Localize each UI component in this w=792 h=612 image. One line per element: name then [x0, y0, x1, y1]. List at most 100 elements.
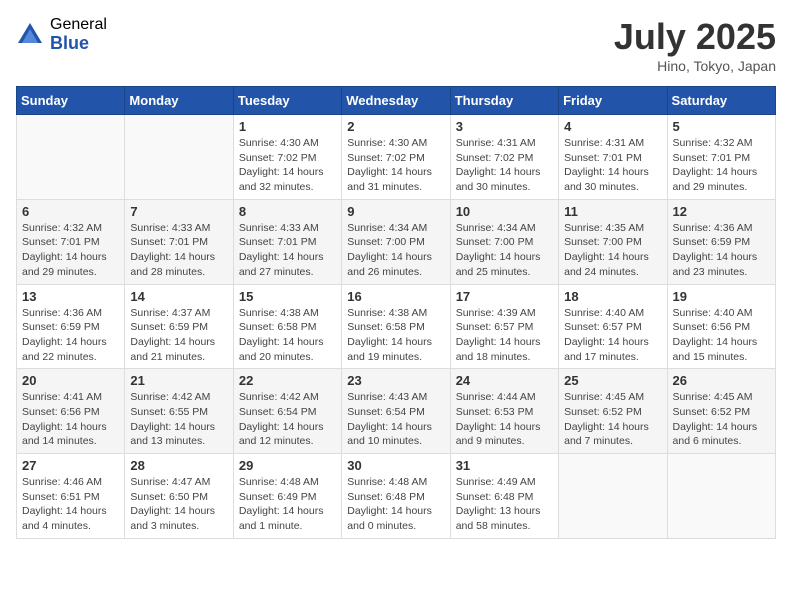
day-detail: Sunrise: 4:43 AMSunset: 6:54 PMDaylight:…	[347, 390, 444, 449]
calendar-cell: 23 Sunrise: 4:43 AMSunset: 6:54 PMDayligh…	[342, 369, 450, 454]
col-header-saturday: Saturday	[667, 87, 775, 115]
calendar-cell	[559, 454, 667, 539]
calendar-cell: 11 Sunrise: 4:35 AMSunset: 7:00 PMDayligh…	[559, 199, 667, 284]
logo-general: General	[50, 16, 107, 34]
calendar-cell: 24 Sunrise: 4:44 AMSunset: 6:53 PMDayligh…	[450, 369, 558, 454]
calendar-cell: 22 Sunrise: 4:42 AMSunset: 6:54 PMDayligh…	[233, 369, 341, 454]
day-detail: Sunrise: 4:40 AMSunset: 6:57 PMDaylight:…	[564, 306, 661, 365]
day-number: 16	[347, 289, 444, 304]
day-detail: Sunrise: 4:32 AMSunset: 7:01 PMDaylight:…	[673, 136, 770, 195]
day-detail: Sunrise: 4:38 AMSunset: 6:58 PMDaylight:…	[239, 306, 336, 365]
calendar-week-row: 27 Sunrise: 4:46 AMSunset: 6:51 PMDayligh…	[17, 454, 776, 539]
calendar-cell: 21Sunrise: 4:42 AMSunset: 6:55 PMDayligh…	[125, 369, 233, 454]
calendar-cell: 6Sunrise: 4:32 AMSunset: 7:01 PMDaylight…	[17, 199, 125, 284]
day-detail: Sunrise: 4:41 AMSunset: 6:56 PMDaylight:…	[22, 390, 119, 449]
day-number: 23	[347, 373, 444, 388]
calendar-cell: 15Sunrise: 4:38 AMSunset: 6:58 PMDayligh…	[233, 284, 341, 369]
calendar-cell: 25 Sunrise: 4:45 AMSunset: 6:52 PMDayligh…	[559, 369, 667, 454]
day-number: 9	[347, 204, 444, 219]
calendar-cell: 31 Sunrise: 4:49 AMSunset: 6:48 PMDayligh…	[450, 454, 558, 539]
calendar-cell: 20 Sunrise: 4:41 AMSunset: 6:56 PMDayligh…	[17, 369, 125, 454]
calendar-cell: 7 Sunrise: 4:33 AMSunset: 7:01 PMDaylight…	[125, 199, 233, 284]
day-detail: Sunrise: 4:48 AMSunset: 6:49 PMDaylight:…	[239, 475, 336, 534]
page-header: General Blue July 2025 Hino, Tokyo, Japa…	[16, 16, 776, 74]
day-number: 17	[456, 289, 553, 304]
col-header-thursday: Thursday	[450, 87, 558, 115]
day-detail: Sunrise: 4:47 AMSunset: 6:50 PMDaylight:…	[130, 475, 227, 534]
col-header-tuesday: Tuesday	[233, 87, 341, 115]
day-number: 11	[564, 204, 661, 219]
day-number: 4	[564, 119, 661, 134]
calendar-week-row: 6Sunrise: 4:32 AMSunset: 7:01 PMDaylight…	[17, 199, 776, 284]
day-detail: Sunrise: 4:36 AMSunset: 6:59 PMDaylight:…	[22, 306, 119, 365]
logo: General Blue	[16, 16, 107, 53]
col-header-friday: Friday	[559, 87, 667, 115]
calendar-cell: 8 Sunrise: 4:33 AMSunset: 7:01 PMDaylight…	[233, 199, 341, 284]
day-detail: Sunrise: 4:31 AMSunset: 7:01 PMDaylight:…	[564, 136, 661, 195]
day-detail: Sunrise: 4:31 AMSunset: 7:02 PMDaylight:…	[456, 136, 553, 195]
col-header-monday: Monday	[125, 87, 233, 115]
calendar-cell: 2 Sunrise: 4:30 AMSunset: 7:02 PMDaylight…	[342, 115, 450, 200]
day-number: 31	[456, 458, 553, 473]
calendar-cell: 12 Sunrise: 4:36 AMSunset: 6:59 PMDayligh…	[667, 199, 775, 284]
day-number: 1	[239, 119, 336, 134]
day-number: 3	[456, 119, 553, 134]
calendar-header-row: SundayMondayTuesdayWednesdayThursdayFrid…	[17, 87, 776, 115]
calendar-cell	[125, 115, 233, 200]
calendar-cell: 26Sunrise: 4:45 AMSunset: 6:52 PMDayligh…	[667, 369, 775, 454]
day-detail: Sunrise: 4:44 AMSunset: 6:53 PMDaylight:…	[456, 390, 553, 449]
day-detail: Sunrise: 4:37 AMSunset: 6:59 PMDaylight:…	[130, 306, 227, 365]
calendar-cell: 1 Sunrise: 4:30 AMSunset: 7:02 PMDaylight…	[233, 115, 341, 200]
day-number: 25	[564, 373, 661, 388]
day-detail: Sunrise: 4:33 AMSunset: 7:01 PMDaylight:…	[130, 221, 227, 280]
day-number: 10	[456, 204, 553, 219]
day-number: 5	[673, 119, 770, 134]
day-number: 2	[347, 119, 444, 134]
day-number: 12	[673, 204, 770, 219]
logo-icon	[16, 21, 44, 49]
day-number: 18	[564, 289, 661, 304]
day-detail: Sunrise: 4:30 AMSunset: 7:02 PMDaylight:…	[239, 136, 336, 195]
calendar-week-row: 1 Sunrise: 4:30 AMSunset: 7:02 PMDaylight…	[17, 115, 776, 200]
day-detail: Sunrise: 4:42 AMSunset: 6:54 PMDaylight:…	[239, 390, 336, 449]
calendar-cell: 28Sunrise: 4:47 AMSunset: 6:50 PMDayligh…	[125, 454, 233, 539]
day-detail: Sunrise: 4:45 AMSunset: 6:52 PMDaylight:…	[564, 390, 661, 449]
day-detail: Sunrise: 4:46 AMSunset: 6:51 PMDaylight:…	[22, 475, 119, 534]
day-detail: Sunrise: 4:49 AMSunset: 6:48 PMDaylight:…	[456, 475, 553, 534]
title-block: July 2025 Hino, Tokyo, Japan	[614, 16, 776, 74]
calendar-cell: 16 Sunrise: 4:38 AMSunset: 6:58 PMDayligh…	[342, 284, 450, 369]
day-detail: Sunrise: 4:32 AMSunset: 7:01 PMDaylight:…	[22, 221, 119, 280]
calendar-cell: 18 Sunrise: 4:40 AMSunset: 6:57 PMDayligh…	[559, 284, 667, 369]
day-detail: Sunrise: 4:40 AMSunset: 6:56 PMDaylight:…	[673, 306, 770, 365]
month-year-title: July 2025	[614, 16, 776, 58]
calendar-cell: 4 Sunrise: 4:31 AMSunset: 7:01 PMDaylight…	[559, 115, 667, 200]
day-number: 13	[22, 289, 119, 304]
day-detail: Sunrise: 4:38 AMSunset: 6:58 PMDaylight:…	[347, 306, 444, 365]
day-detail: Sunrise: 4:39 AMSunset: 6:57 PMDaylight:…	[456, 306, 553, 365]
logo-blue: Blue	[50, 34, 107, 54]
calendar-cell: 5 Sunrise: 4:32 AMSunset: 7:01 PMDaylight…	[667, 115, 775, 200]
calendar-cell	[17, 115, 125, 200]
day-number: 24	[456, 373, 553, 388]
calendar-cell: 13 Sunrise: 4:36 AMSunset: 6:59 PMDayligh…	[17, 284, 125, 369]
calendar-cell: 30Sunrise: 4:48 AMSunset: 6:48 PMDayligh…	[342, 454, 450, 539]
day-number: 20	[22, 373, 119, 388]
calendar-week-row: 20 Sunrise: 4:41 AMSunset: 6:56 PMDayligh…	[17, 369, 776, 454]
day-detail: Sunrise: 4:36 AMSunset: 6:59 PMDaylight:…	[673, 221, 770, 280]
day-number: 8	[239, 204, 336, 219]
calendar-table: SundayMondayTuesdayWednesdayThursdayFrid…	[16, 86, 776, 539]
day-detail: Sunrise: 4:33 AMSunset: 7:01 PMDaylight:…	[239, 221, 336, 280]
day-number: 19	[673, 289, 770, 304]
calendar-cell: 3 Sunrise: 4:31 AMSunset: 7:02 PMDaylight…	[450, 115, 558, 200]
calendar-cell: 29Sunrise: 4:48 AMSunset: 6:49 PMDayligh…	[233, 454, 341, 539]
calendar-cell: 17 Sunrise: 4:39 AMSunset: 6:57 PMDayligh…	[450, 284, 558, 369]
calendar-week-row: 13 Sunrise: 4:36 AMSunset: 6:59 PMDayligh…	[17, 284, 776, 369]
day-number: 7	[130, 204, 227, 219]
day-detail: Sunrise: 4:35 AMSunset: 7:00 PMDaylight:…	[564, 221, 661, 280]
day-number: 27	[22, 458, 119, 473]
day-detail: Sunrise: 4:42 AMSunset: 6:55 PMDaylight:…	[130, 390, 227, 449]
day-detail: Sunrise: 4:30 AMSunset: 7:02 PMDaylight:…	[347, 136, 444, 195]
logo-text: General Blue	[50, 16, 107, 53]
calendar-cell: 14Sunrise: 4:37 AMSunset: 6:59 PMDayligh…	[125, 284, 233, 369]
day-number: 22	[239, 373, 336, 388]
